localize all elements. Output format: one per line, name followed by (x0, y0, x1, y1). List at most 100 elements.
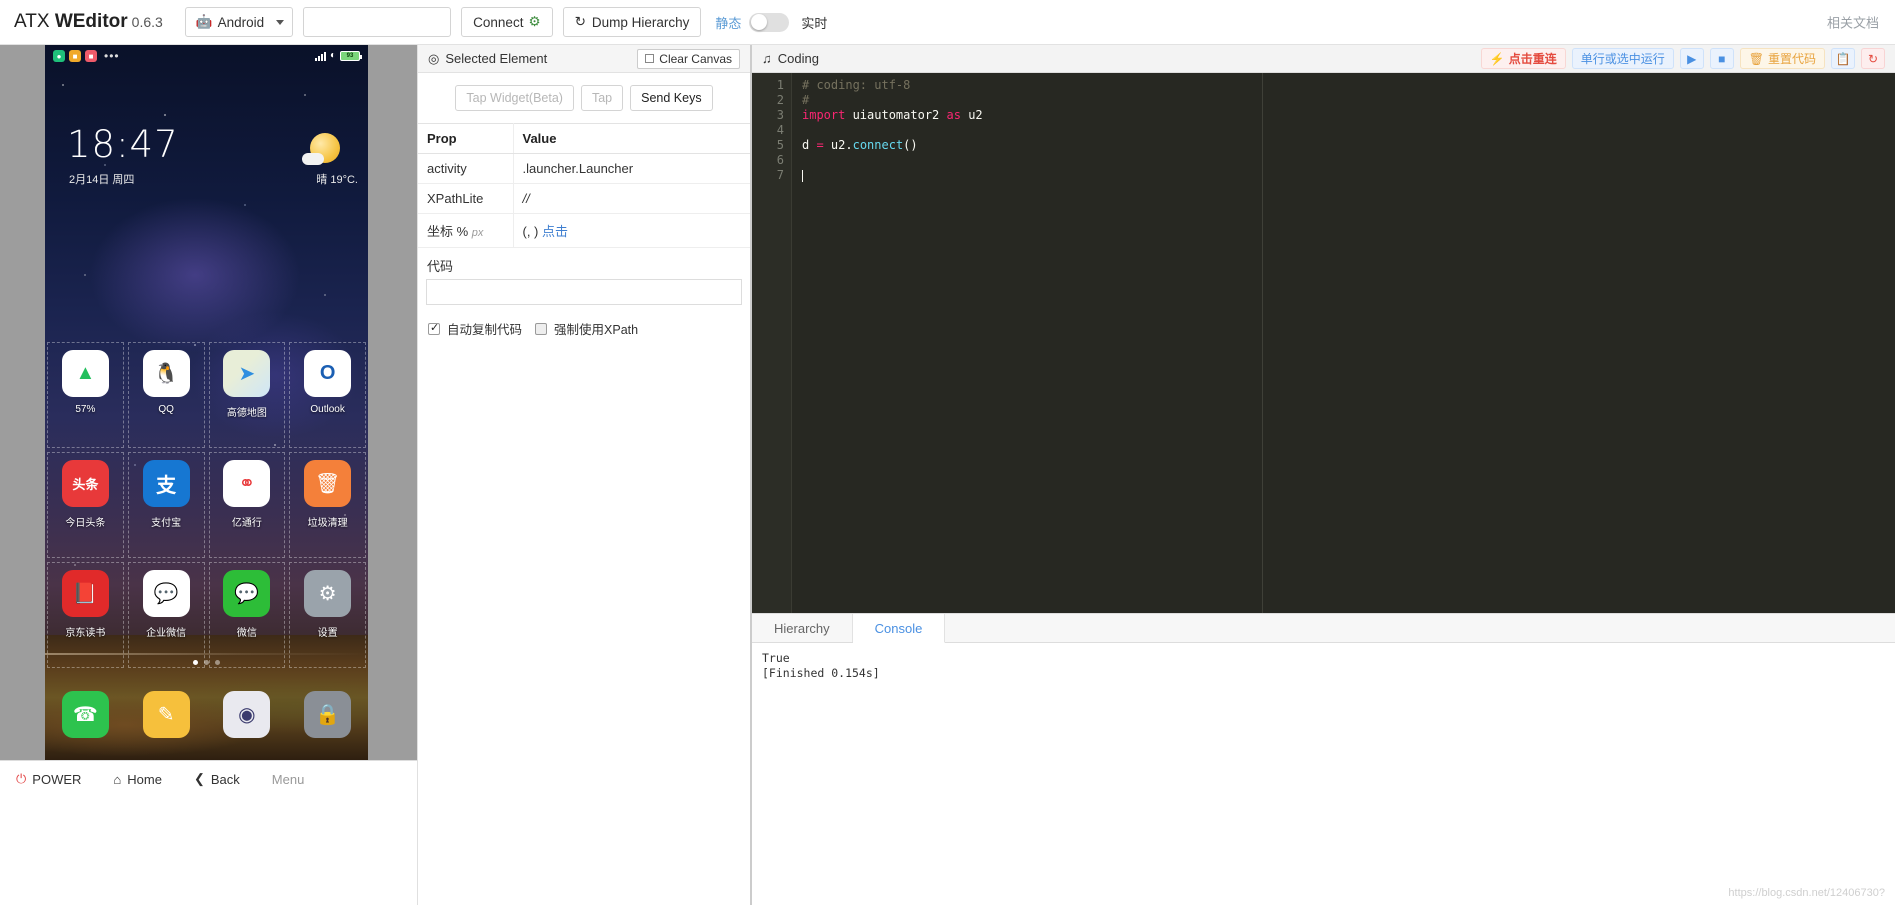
selected-element-pane: ◎ Selected Element Clear Canvas Tap Widg… (417, 45, 751, 905)
tab-console[interactable]: Console (853, 614, 946, 643)
home-button[interactable]: ⌂ Home (97, 772, 178, 787)
back-button[interactable]: ❮ Back (178, 771, 256, 787)
back-button-label: Back (211, 772, 240, 787)
code-field[interactable] (426, 279, 742, 305)
app-cell[interactable]: 🗑 垃圾清理 (287, 450, 368, 560)
notes-icon[interactable]: ✎ (143, 691, 190, 738)
wechat-icon[interactable]: 💬 (223, 570, 270, 617)
alipay-icon[interactable]: 支 (143, 460, 190, 507)
tab-hierarchy[interactable]: Hierarchy (752, 614, 853, 642)
target-icon: ◎ (428, 51, 439, 67)
outlook-icon[interactable]: O (304, 350, 351, 397)
lockscreen-date: 2月14日 周四 (69, 171, 134, 187)
connect-button[interactable]: Connect ⚙ (461, 7, 552, 37)
refresh-icon: ↻ (1868, 52, 1878, 66)
force-xpath-checkbox[interactable] (535, 323, 547, 335)
code-line: # coding: utf-8 (802, 78, 1895, 93)
settings-icon[interactable]: ⚙ (304, 570, 351, 617)
prop-value: (, ) 点击 (513, 214, 750, 248)
yitongxing-icon[interactable]: ⚭ (223, 460, 270, 507)
dock-cell[interactable]: 🔒 (287, 685, 368, 738)
phone-icon[interactable]: ☎ (62, 691, 109, 738)
prop-name: XPathLite (418, 184, 513, 214)
app-label: 亿通行 (232, 514, 262, 529)
reconnect-button[interactable]: ⚡ 点击重连 (1481, 48, 1566, 69)
page-dot (215, 660, 220, 665)
tap-link[interactable]: 点击 (542, 224, 568, 239)
line-number: 5 (752, 138, 784, 153)
stop-button[interactable]: ■ (1710, 48, 1734, 69)
static-mode-label: 静态 (715, 13, 741, 32)
amap-icon[interactable]: ➤ (223, 350, 270, 397)
checkbox-icon (645, 54, 654, 63)
lock-icon[interactable]: 🔒 (304, 691, 351, 738)
app-cell[interactable]: 🐧 QQ (126, 340, 207, 450)
run-selection-button[interactable]: 单行或选中运行 (1572, 48, 1674, 69)
code-text-area[interactable]: # coding: utf-8 # import uiautomator2 as… (792, 73, 1895, 613)
code-editor[interactable]: 1 2 3 4 5 6 7 # coding: utf-8 # import u… (752, 73, 1895, 613)
realtime-toggle[interactable] (749, 13, 789, 32)
table-header-row: Prop Value (418, 124, 750, 154)
app-cell[interactable]: 支 支付宝 (126, 450, 207, 560)
camera-icon[interactable]: ◉ (223, 691, 270, 738)
line-number: 4 (752, 123, 784, 138)
chevron-down-icon (276, 20, 284, 25)
clear-canvas-button[interactable]: Clear Canvas (637, 49, 740, 69)
app-cell[interactable]: 💬 企业微信 (126, 560, 207, 670)
tap-button[interactable]: Tap (581, 85, 623, 111)
app-cell[interactable]: 头条 今日头条 (45, 450, 126, 560)
auto-copy-checkbox[interactable] (428, 323, 440, 335)
weather-sun-icon (310, 133, 340, 163)
jd-read-icon[interactable]: 📕 (62, 570, 109, 617)
dock-cell[interactable]: ✎ (126, 685, 207, 738)
tap-widget-button[interactable]: Tap Widget(Beta) (455, 85, 574, 111)
refresh-button[interactable]: ↻ (1861, 48, 1885, 69)
brand-weditor: WEditor (55, 11, 128, 32)
code-line: import uiautomator2 as u2 (802, 108, 1895, 123)
connect-button-label: Connect (473, 15, 523, 30)
app-cell[interactable]: ⚙ 设置 (287, 560, 368, 670)
reset-code-button[interactable]: 🗑 重置代码 (1740, 48, 1825, 69)
app-cell[interactable]: 📕 京东读书 (45, 560, 126, 670)
line-number: 1 (752, 78, 784, 93)
brand-version: 0.6.3 (132, 14, 163, 30)
send-keys-button[interactable]: Send Keys (630, 85, 712, 111)
menu-button[interactable]: Menu (256, 772, 321, 787)
app-cell[interactable]: O Outlook (287, 340, 368, 450)
play-icon: ▶ (1687, 52, 1696, 66)
code-line: d = u2.connect() (802, 138, 1895, 153)
back-icon: ❮ (194, 771, 205, 787)
col-value: Value (513, 124, 750, 154)
menu-button-label: Menu (272, 772, 305, 787)
prop-value: // (513, 184, 750, 214)
console-line: True (762, 651, 1885, 666)
dump-hierarchy-button[interactable]: ↻ Dump Hierarchy (563, 7, 702, 37)
run-button[interactable]: ▶ (1680, 48, 1704, 69)
serial-input-wrap[interactable] (303, 7, 451, 37)
wecom-icon[interactable]: 💬 (143, 570, 190, 617)
app-cell[interactable]: ➤ 高德地图 (207, 340, 288, 450)
trash-clean-icon[interactable]: 🗑 (304, 460, 351, 507)
app-cell[interactable]: 💬 微信 (207, 560, 288, 670)
dock-cell[interactable]: ◉ (207, 685, 288, 738)
serial-input[interactable] (310, 14, 444, 31)
dock-cell[interactable]: ☎ (45, 685, 126, 738)
docs-link[interactable]: 相关文档 (1827, 13, 1879, 32)
power-button[interactable]: ⏻ POWER (0, 771, 97, 787)
realtime-mode-label: 实时 (801, 13, 827, 32)
device-screen[interactable]: ● ■ ■ ••• ◐ 93 18:47 2月14日 周四 晴 19°C. (45, 45, 368, 760)
qq-icon[interactable]: 🐧 (143, 350, 190, 397)
force-xpath-label: 强制使用XPath (554, 319, 638, 338)
signal-icon (315, 52, 326, 61)
copy-icon: 📋 (1836, 52, 1851, 66)
platform-select[interactable]: 🤖 Android (185, 7, 293, 37)
copy-button[interactable]: 📋 (1831, 48, 1855, 69)
app-cell[interactable]: ▲ 57% (45, 340, 126, 450)
app-label: QQ (158, 404, 174, 415)
page-indicator (45, 660, 368, 665)
clean-master-icon[interactable]: ▲ (62, 350, 109, 397)
app-cell[interactable]: ⚭ 亿通行 (207, 450, 288, 560)
toutiao-icon[interactable]: 头条 (62, 460, 109, 507)
page-dot (193, 660, 198, 665)
code-line (802, 123, 1895, 138)
